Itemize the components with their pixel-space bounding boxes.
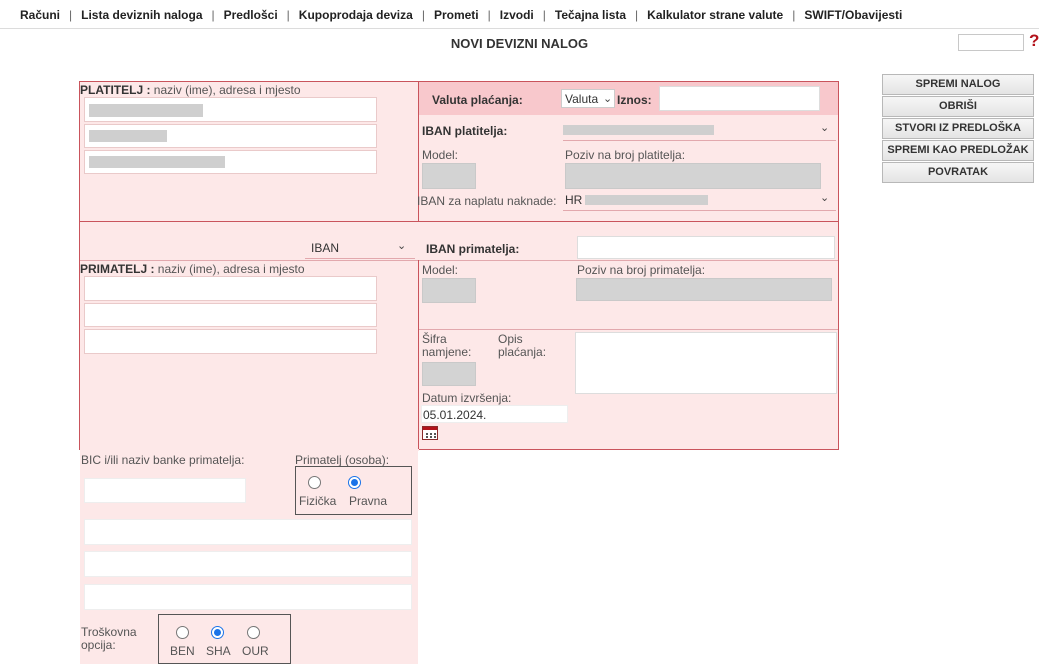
purpose-code-input[interactable] xyxy=(422,362,476,386)
iban-payer-redacted xyxy=(563,125,714,135)
save-as-template-button[interactable]: SPREMI KAO PREDLOŽAK xyxy=(882,140,1034,161)
calendar-icon[interactable] xyxy=(422,426,438,440)
delete-button[interactable]: OBRIŠI xyxy=(882,96,1034,117)
cost-option-label: Troškovna opcija: xyxy=(81,625,137,652)
nav-swift-obavijesti[interactable]: SWIFT/Obavijesti xyxy=(804,8,902,22)
payer-reference-input[interactable] xyxy=(565,163,821,189)
nav-kupoprodaja-deviza[interactable]: Kupoprodaja deviza xyxy=(299,8,413,22)
nav-divider xyxy=(0,28,1039,29)
recipient-model-input[interactable] xyxy=(422,278,476,303)
iban-fee-prefix: HR xyxy=(565,193,583,207)
radio-ben[interactable] xyxy=(176,626,189,639)
account-type-value: IBAN xyxy=(311,241,340,255)
top-navigation: Računi | Lista deviznih naloga | Predloš… xyxy=(20,8,903,22)
back-button[interactable]: POVRATAK xyxy=(882,162,1034,183)
recipient-label: PRIMATELJ : naziv (ime), adresa i mjesto xyxy=(80,262,305,276)
iban-fee-redacted xyxy=(585,195,708,205)
radio-our-label: OUR xyxy=(242,644,269,658)
iban-payer-select[interactable]: ⌄ xyxy=(563,121,836,139)
recipient-city-line[interactable] xyxy=(84,329,377,354)
account-type-select[interactable]: IBAN ⌄ xyxy=(305,239,413,257)
bic-input[interactable] xyxy=(84,478,246,503)
iban-recipient-label: IBAN primatelja: xyxy=(426,242,520,256)
payer-model-input[interactable] xyxy=(422,163,476,189)
iban-fee-select[interactable]: HR ⌄ xyxy=(563,191,836,209)
page-title: NOVI DEVIZNI NALOG xyxy=(450,36,589,51)
nav-predlosci[interactable]: Predlošci xyxy=(224,8,278,22)
create-from-template-button[interactable]: STVORI IZ PREDLOŠKA xyxy=(882,118,1034,139)
payer-name-redacted xyxy=(89,104,203,117)
recipient-reference-label: Poziv na broj primatelja: xyxy=(577,263,706,277)
amount-label: Iznos: xyxy=(617,93,652,107)
bank-name-line-2[interactable] xyxy=(84,551,412,577)
radio-our[interactable] xyxy=(247,626,260,639)
currency-label: Valuta plaćanja: xyxy=(432,93,523,107)
chevron-down-icon: ⌄ xyxy=(820,122,830,134)
currency-select-value: Valuta xyxy=(565,92,599,106)
chevron-down-icon: ⌄ xyxy=(603,93,613,105)
payer-label: PLATITELJ : naziv (ime), adresa i mjesto xyxy=(80,83,301,97)
recipient-model-label: Model: xyxy=(422,263,459,277)
iban-fee-label: IBAN za naplatu naknade: xyxy=(417,194,557,208)
cost-option-group: BEN SHA OUR xyxy=(158,614,291,664)
iban-payer-label: IBAN platitelja: xyxy=(422,124,508,138)
bank-name-line-3[interactable] xyxy=(84,584,412,610)
radio-pravna-label: Pravna xyxy=(349,494,388,508)
recipient-type-group: Fizička Pravna xyxy=(295,466,412,515)
payer-reference-label: Poziv na broj platitelja: xyxy=(565,148,686,162)
radio-fizicka[interactable] xyxy=(308,476,321,489)
recipient-reference-input[interactable] xyxy=(576,278,832,301)
help-icon[interactable]: ? xyxy=(1029,31,1039,51)
description-label: Opis plaćanja: xyxy=(498,332,547,359)
recipient-type-label: Primatelj (osoba): xyxy=(295,453,390,467)
payer-address-redacted xyxy=(89,130,167,142)
top-right-input[interactable] xyxy=(958,34,1024,51)
bic-label: BIC i/ili naziv banke primatelja: xyxy=(81,453,245,467)
nav-izvodi[interactable]: Izvodi xyxy=(500,8,534,22)
currency-select[interactable]: Valuta ⌄ xyxy=(561,89,615,108)
radio-sha-label: SHA xyxy=(206,644,231,658)
bank-name-line-1[interactable] xyxy=(84,519,412,545)
recipient-name-line[interactable] xyxy=(84,276,377,301)
nav-kalkulator[interactable]: Kalkulator strane valute xyxy=(647,8,783,22)
amount-input[interactable] xyxy=(659,86,820,111)
purpose-code-label: Šifra namjene: xyxy=(422,332,472,359)
chevron-down-icon: ⌄ xyxy=(397,240,407,252)
radio-fizicka-label: Fizička xyxy=(299,494,337,508)
nav-racuni[interactable]: Računi xyxy=(20,8,60,22)
iban-recipient-input[interactable] xyxy=(577,236,835,259)
nav-lista-deviznih-naloga[interactable]: Lista deviznih naloga xyxy=(81,8,202,22)
nav-prometi[interactable]: Prometi xyxy=(434,8,479,22)
payer-model-label: Model: xyxy=(422,148,459,162)
exec-date-label: Datum izvršenja: xyxy=(422,391,512,405)
description-input[interactable] xyxy=(575,332,837,394)
save-order-button[interactable]: SPREMI NALOG xyxy=(882,74,1034,95)
recipient-address-line[interactable] xyxy=(84,303,377,327)
exec-date-input[interactable]: 05.01.2024. xyxy=(421,405,568,423)
exec-date-value: 05.01.2024. xyxy=(423,408,487,422)
radio-ben-label: BEN xyxy=(170,644,195,658)
chevron-down-icon: ⌄ xyxy=(820,192,830,204)
radio-sha[interactable] xyxy=(211,626,224,639)
nav-tecajna-lista[interactable]: Tečajna lista xyxy=(555,8,626,22)
payer-city-redacted xyxy=(89,156,225,168)
radio-pravna[interactable] xyxy=(348,476,361,489)
